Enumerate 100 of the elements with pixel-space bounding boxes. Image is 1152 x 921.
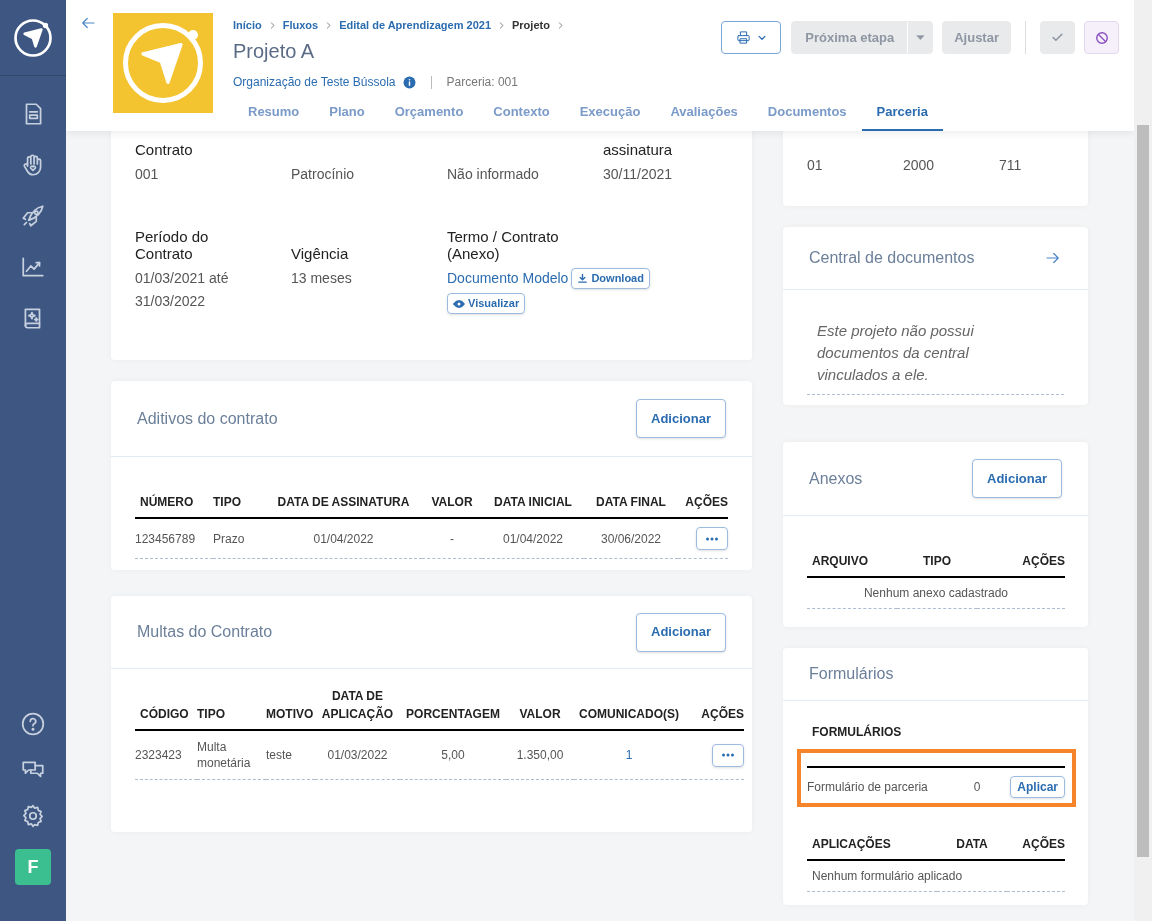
table-cell: Prazo [213,531,245,546]
breadcrumb-link[interactable]: Início [233,16,262,34]
table-cell: teste [266,748,292,762]
tab[interactable]: Execução [564,96,656,131]
help-icon[interactable] [20,711,46,737]
column-header: DATA FINAL [596,495,666,509]
table-cell: 123456789 [135,531,196,546]
organization-link[interactable]: Organização de Teste Bússola [233,73,396,91]
field-label: assinatura [603,141,674,158]
field-value: Não informado [447,165,540,184]
field-value: 711 [999,156,1023,175]
cancel-button[interactable] [1084,21,1119,54]
scrollbar[interactable] [1134,0,1152,921]
ellipsis-icon [722,753,734,757]
card-title: Multas do Contrato [137,622,273,642]
rocket-icon[interactable] [20,203,46,229]
table-cell: 30/06/2022 [600,531,662,546]
table-cell: Formulário de parceria [807,780,928,794]
column-header: AÇÕES [1022,837,1065,851]
tab[interactable]: Avaliações [655,96,753,131]
eye-icon [453,297,465,310]
table-cell: 01/04/2022 [313,531,374,546]
count-link[interactable]: 1 [625,748,633,762]
column-header: TIPO [197,707,225,721]
column-header: DATA DE ASSINATURA [277,495,410,509]
table-cell: 0 [973,780,981,794]
logo-icon[interactable] [13,17,53,58]
tab[interactable]: Orçamento [379,96,479,131]
info-icon[interactable] [402,75,416,89]
printer-icon [735,30,751,45]
table-cell: 1.350,00 [516,748,564,762]
check-icon [1051,31,1064,44]
field-value: 13 meses [291,269,353,288]
document-link[interactable]: Documento Modelo [447,268,569,289]
column-header: MOTIVO [266,707,314,721]
card-title: Aditivos do contrato [137,408,278,429]
column-header: COMUNICADO(S) [579,707,679,721]
column-header: TIPO [923,554,951,568]
project-title: Projeto A [233,39,316,64]
chevron-right-icon [324,20,334,30]
column-header: NÚMERO [140,495,194,509]
card-title: Central de documentos [809,248,975,268]
tab[interactable]: Parceria [861,96,943,131]
caret-icon [915,33,925,42]
column-header: PORCENTAGEM [406,707,500,721]
column-header: AÇÕES [1022,554,1065,568]
column-header: DATA [956,837,988,851]
table-cell: 5,00 [441,748,465,762]
download-button[interactable]: Download [571,268,650,289]
empty-message: Nenhum anexo cadastrado [863,586,1009,600]
settings-icon[interactable] [20,803,46,829]
field-value: Patrocínio [291,165,356,184]
column-header: AÇÕES [701,707,744,721]
tab[interactable]: Plano [314,96,380,131]
more-button[interactable] [696,527,728,550]
table-cell: Multa monetária [197,740,251,770]
download-icon [577,273,589,284]
partnership-number: Parceria: 001 [446,74,518,91]
field-value: 30/11/2021 [603,165,674,184]
empty-message: Nenhum formulário aplicado [812,869,963,883]
empty-message: Este projeto não possui documentos da central vinculados a ele. [816,321,975,385]
field-label: Termo / Contrato (Anexo) [447,228,560,262]
table-cell: 01/04/2022 [502,531,564,546]
tab[interactable]: Documentos [752,96,862,131]
print-button[interactable] [721,21,782,54]
column-header: FORMULÁRIOS [812,725,902,739]
view-button[interactable]: Visualizar [447,293,526,314]
column-header: VALOR [519,707,561,721]
column-header: DATA DE APLICAÇÃO [321,689,394,721]
field-label: Vigência [291,245,350,262]
field-value: 001 [135,165,160,184]
field-value: 01/03/2021 até 31/03/2022 [135,269,230,311]
add-button[interactable]: Adicionar [636,399,726,438]
column-header: AÇÕES [685,495,728,509]
apply-button[interactable]: Aplicar [1010,776,1065,798]
ellipsis-icon [706,536,718,541]
tab[interactable]: Contexto [478,96,565,131]
column-header: DATA INICIAL [494,495,572,509]
card-title: Formulários [809,664,894,684]
table-cell: 2323423 [135,748,182,762]
column-header: CÓDIGO [140,707,189,721]
add-button[interactable]: Adicionar [636,612,726,652]
table-cell: - [450,531,454,546]
breadcrumb-current: Projeto [512,17,550,33]
column-header: APLICAÇÕES [812,837,891,851]
breadcrumb-link[interactable]: Fluxos [282,16,319,34]
column-header: TIPO [213,495,241,509]
column-header: ARQUIVO [812,554,868,568]
more-button[interactable] [712,743,744,767]
field-label: Contrato [135,141,194,158]
breadcrumb-link[interactable]: Edital de Aprendizagem 2021 [339,16,491,34]
card-title: Anexos [809,468,863,489]
ban-icon [1094,30,1109,45]
field-value: 01 [807,156,824,175]
chevron-right-icon [497,20,506,30]
table-cell: 01/03/2022 [327,748,388,762]
column-header: VALOR [431,495,473,509]
field-label: Período do Contrato [135,228,210,262]
tab[interactable]: Resumo [233,96,315,131]
add-button[interactable]: Adicionar [972,459,1062,498]
